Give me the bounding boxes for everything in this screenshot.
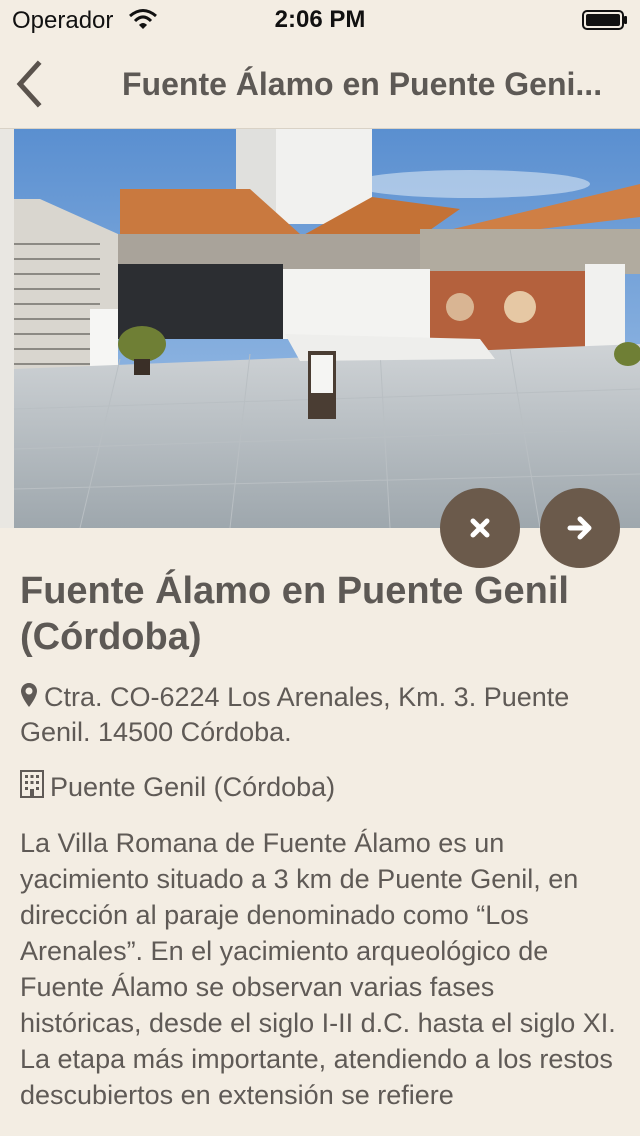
close-button[interactable]: [440, 488, 520, 568]
town-text: Puente Genil (Córdoba): [50, 772, 336, 802]
back-button[interactable]: [10, 58, 52, 110]
town-line: Puente Genil (Córdoba): [20, 770, 620, 805]
address-text: Ctra. CO-6224 Los Arenales, Km. 3. Puent…: [20, 682, 570, 747]
place-description: La Villa Romana de Fuente Álamo es un ya…: [20, 828, 616, 1110]
navigation-bar: Fuente Álamo en Puente Geni...: [0, 40, 640, 129]
place-title: Fuente Álamo en Puente Genil (Córdoba): [20, 570, 569, 658]
place-photo: [0, 129, 640, 528]
status-bar: Operador 2:06 PM: [0, 0, 640, 40]
nav-title: Fuente Álamo en Puente Geni...: [122, 66, 603, 102]
place-details: Fuente Álamo en Puente Genil (Córdoba) C…: [20, 568, 620, 1113]
arrow-right-icon: [567, 516, 592, 540]
chevron-left-icon: [16, 60, 42, 108]
address-line: Ctra. CO-6224 Los Arenales, Km. 3. Puent…: [20, 680, 620, 750]
building-icon: [20, 770, 44, 798]
map-pin-icon: [21, 683, 37, 707]
status-time: 2:06 PM: [274, 6, 366, 33]
close-icon: [470, 518, 490, 538]
next-button[interactable]: [540, 488, 620, 568]
battery-icon: [582, 10, 627, 30]
